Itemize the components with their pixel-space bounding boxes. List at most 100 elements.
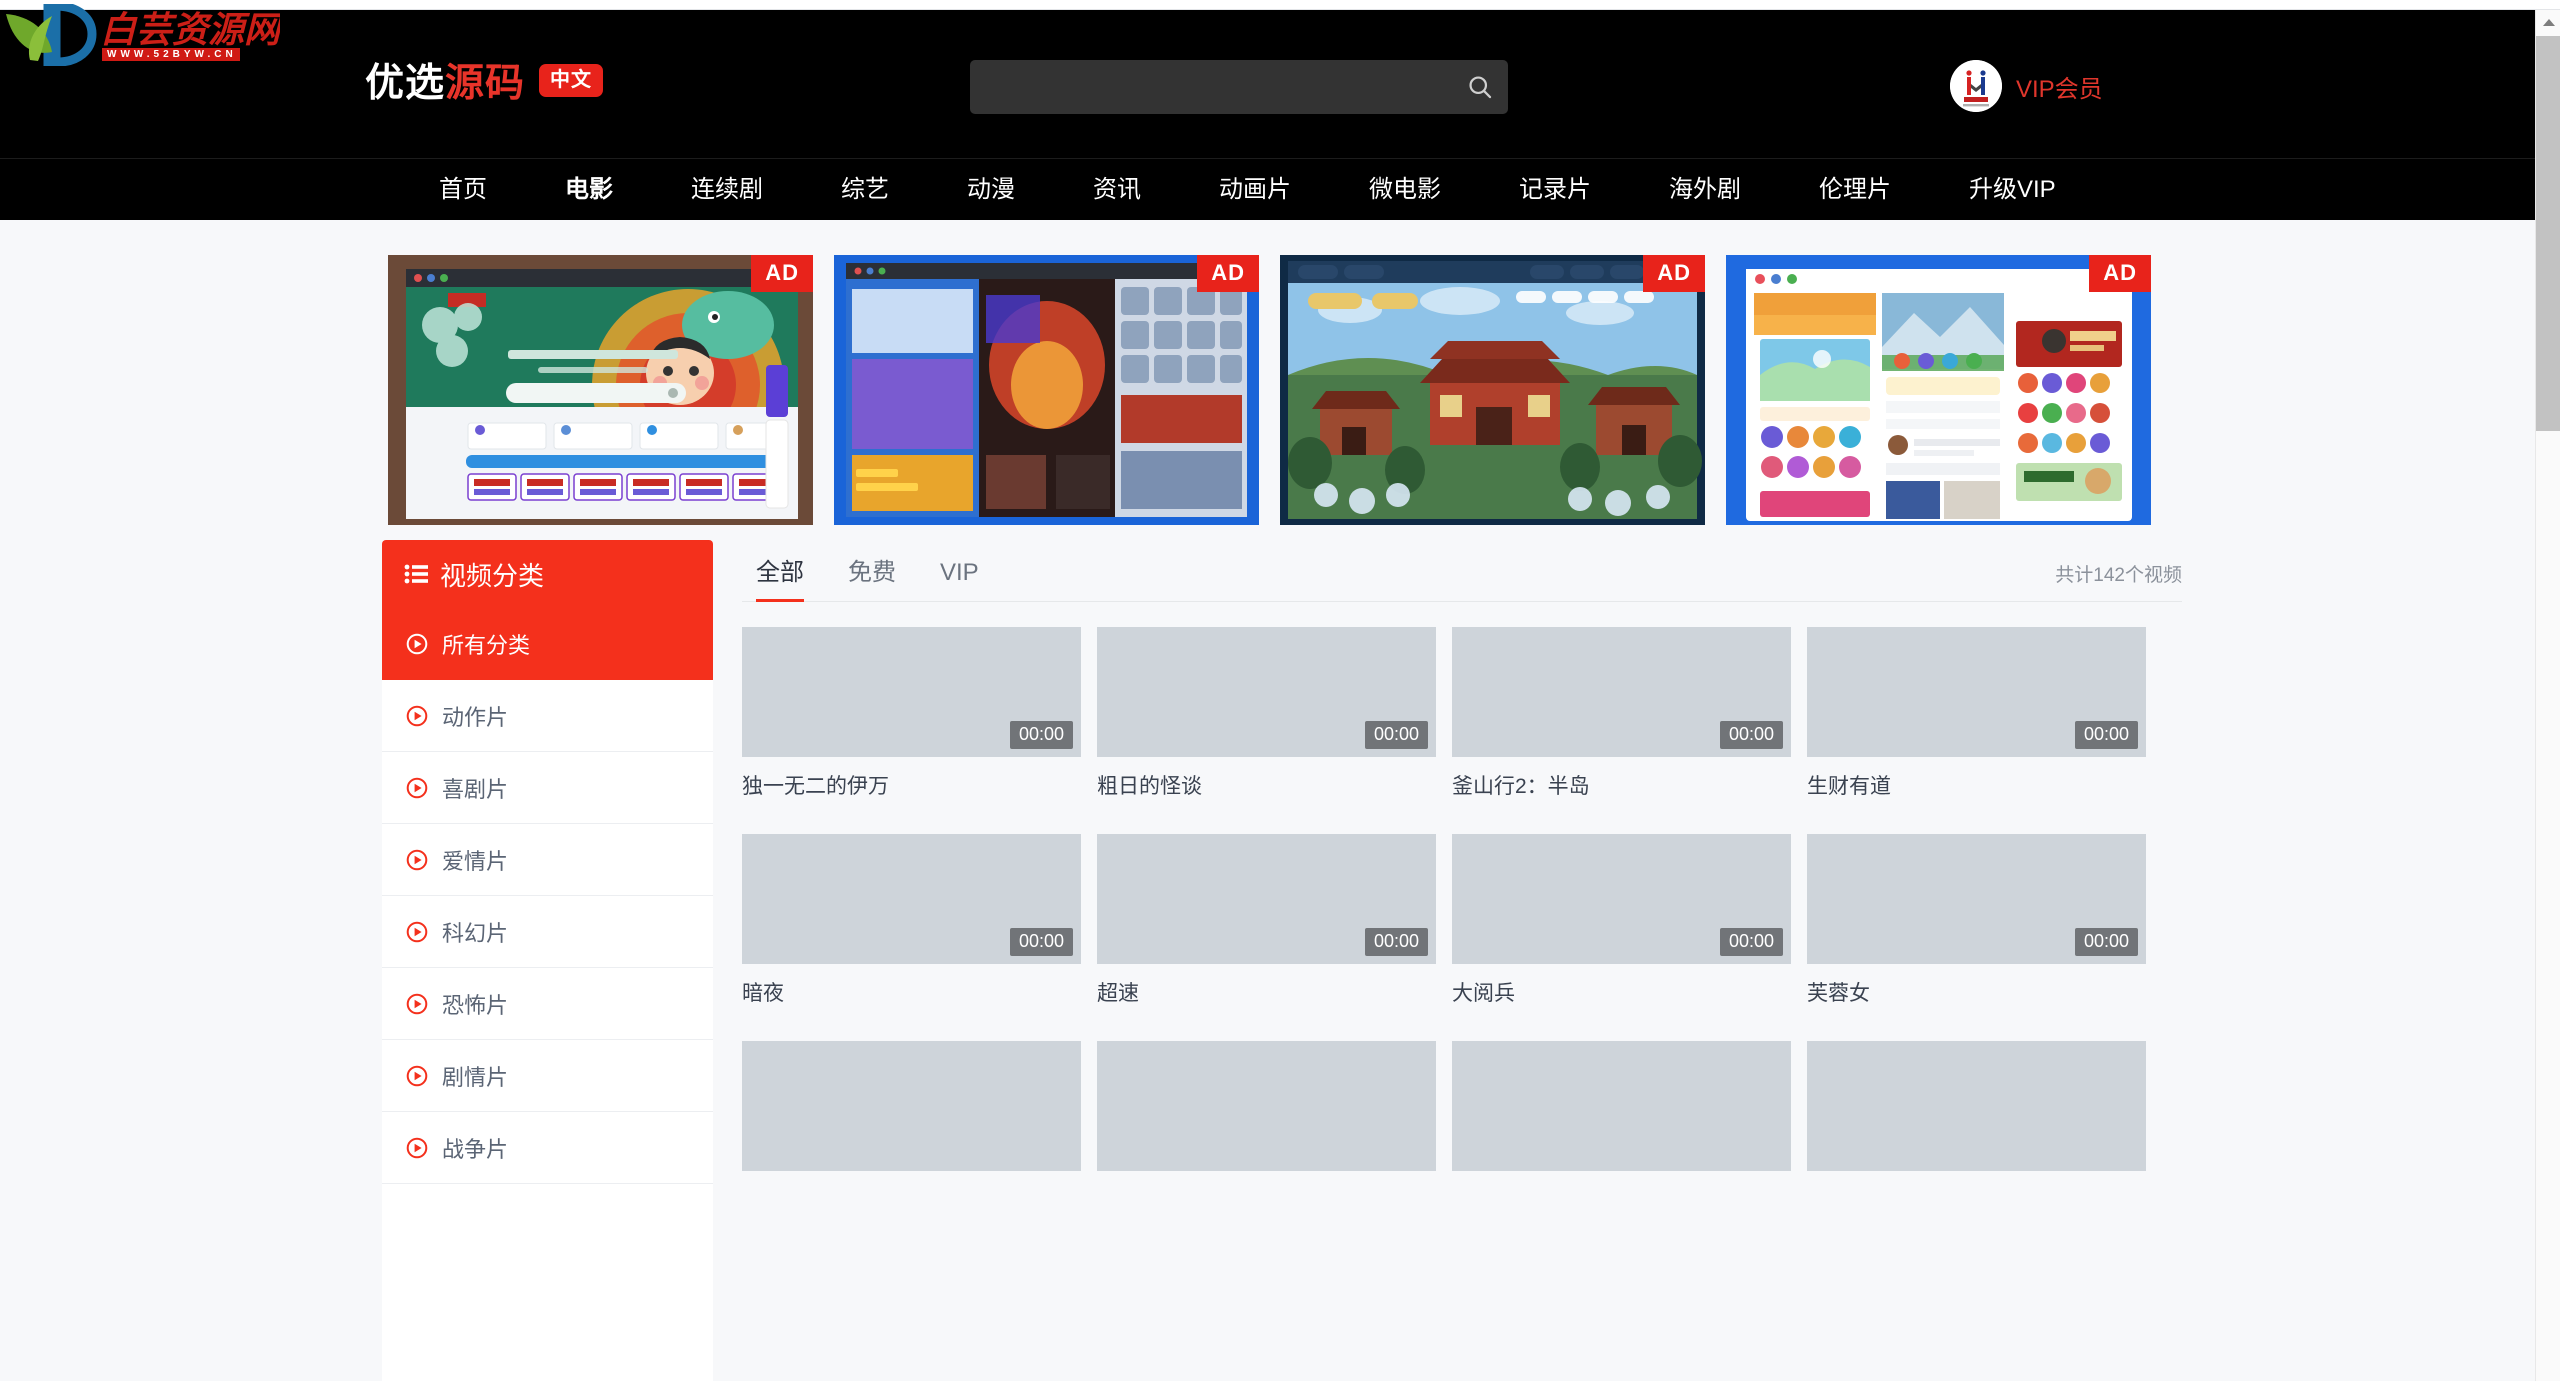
play-circle-icon	[406, 921, 428, 942]
ad-banner-row: AD AD AD AD	[388, 255, 2151, 525]
play-circle-icon	[406, 777, 428, 798]
ad-badge: AD	[751, 255, 813, 292]
page-body: 视频分类 所有分类动作片喜剧片爱情片科幻片恐怖片剧情片战争片 全部 免费 VIP 共…	[0, 540, 2560, 1381]
video-thumbnail: 00:00	[742, 627, 1081, 757]
video-thumbnail: 00:00	[1452, 834, 1791, 964]
nav-item-4[interactable]: 动漫	[928, 159, 1054, 221]
video-title: 芙蓉女	[1807, 982, 1870, 1005]
video-title: 超速	[1097, 982, 1139, 1005]
chevron-up-icon	[2542, 19, 2555, 26]
sidebar-item-1[interactable]: 动作片	[382, 680, 713, 752]
ad-badge: AD	[1197, 255, 1259, 292]
video-title: 生财有道	[1807, 775, 1891, 798]
ad-banner-2-image	[834, 255, 1259, 525]
user-avatar-icon	[1950, 60, 2002, 112]
video-card[interactable]	[1452, 1041, 1791, 1184]
nav-item-10[interactable]: 伦理片	[1780, 159, 1930, 221]
video-grid: 00:00 独一无二的伊万 00:00 粗日的怪谈 00:00 釜山行2：半岛 00:00 生…	[742, 627, 2182, 1184]
ad-badge: AD	[1643, 255, 1705, 292]
video-thumbnail	[742, 1041, 1081, 1171]
video-title: 大阅兵	[1452, 982, 1515, 1005]
sidebar-item-3[interactable]: 爱情片	[382, 824, 713, 896]
nav-item-2[interactable]: 连续剧	[652, 159, 802, 221]
play-circle-icon	[406, 1065, 428, 1086]
search-input[interactable]	[970, 60, 1440, 114]
sidebar-item-2[interactable]: 喜剧片	[382, 752, 713, 824]
sidebar-item-label: 战争片	[442, 1136, 509, 1162]
search-button[interactable]	[1458, 68, 1502, 106]
browser-top-strip	[0, 0, 2560, 10]
play-circle-icon	[406, 705, 428, 726]
video-card[interactable]: 00:00 超速	[1097, 834, 1436, 1007]
brand-language-tag[interactable]: 中文	[539, 63, 604, 97]
sidebar-item-label: 科幻片	[442, 920, 509, 946]
ad-banner-2[interactable]: AD	[834, 255, 1259, 525]
video-title: 釜山行2：半岛	[1452, 775, 1590, 798]
ad-banner-3[interactable]: AD	[1280, 255, 1705, 525]
search-box[interactable]	[970, 60, 1508, 114]
nav-item-7[interactable]: 微电影	[1330, 159, 1480, 221]
video-thumbnail: 00:00	[1807, 834, 2146, 964]
nav-item-6[interactable]: 动画片	[1180, 159, 1330, 221]
nav-item-11[interactable]: 升级VIP	[1930, 159, 2095, 221]
nav-item-8[interactable]: 记录片	[1480, 159, 1630, 221]
sidebar-items-container: 所有分类动作片喜剧片爱情片科幻片恐怖片剧情片战争片	[382, 608, 713, 1184]
nav-item-3[interactable]: 综艺	[802, 159, 928, 221]
nav-item-9[interactable]: 海外剧	[1630, 159, 1780, 221]
tab-2[interactable]: VIP	[918, 559, 1001, 601]
sidebar-item-7[interactable]: 战争片	[382, 1112, 713, 1184]
sidebar-item-6[interactable]: 剧情片	[382, 1040, 713, 1112]
sidebar-item-4[interactable]: 科幻片	[382, 896, 713, 968]
nav-item-0[interactable]: 首页	[400, 159, 526, 221]
avatar	[1950, 60, 2002, 112]
nav-item-1[interactable]: 电影	[526, 159, 652, 221]
scrollbar-track[interactable]	[2536, 431, 2560, 1381]
sidebar-item-label: 剧情片	[442, 1064, 509, 1090]
video-thumbnail	[1807, 1041, 2146, 1171]
video-thumbnail: 00:00	[1452, 627, 1791, 757]
video-count-label: 共计142个视频	[2055, 565, 2182, 586]
sidebar-item-5[interactable]: 恐怖片	[382, 968, 713, 1040]
play-circle-icon	[406, 633, 428, 655]
video-card[interactable]: 00:00 粗日的怪谈	[1097, 627, 1436, 800]
app-viewport: 优选 源码 中文 VIP会员 首页 电影 连续剧 综艺 动漫 资讯 动画片 微电…	[0, 0, 2560, 1381]
video-duration-badge: 00:00	[1364, 928, 1428, 956]
search-icon	[1469, 76, 1492, 99]
video-card[interactable]: 00:00 大阅兵	[1452, 834, 1791, 1007]
category-sidebar: 视频分类 所有分类动作片喜剧片爱情片科幻片恐怖片剧情片战争片	[382, 540, 713, 1381]
video-duration-badge: 00:00	[1364, 721, 1428, 749]
video-card[interactable]	[1807, 1041, 2146, 1184]
video-card[interactable]: 00:00 生财有道	[1807, 627, 2146, 800]
video-duration-badge: 00:00	[1719, 928, 1783, 956]
sidebar-item-0[interactable]: 所有分类	[382, 608, 713, 680]
vertical-scrollbar[interactable]	[2535, 10, 2560, 1381]
video-card[interactable]: 00:00 芙蓉女	[1807, 834, 2146, 1007]
video-card[interactable]	[742, 1041, 1081, 1184]
scrollbar-thumb[interactable]	[2536, 36, 2560, 431]
site-brand[interactable]: 优选 源码 中文	[365, 52, 604, 108]
sidebar-item-label: 动作片	[442, 704, 509, 730]
sidebar-header: 视频分类	[382, 540, 713, 608]
sidebar-item-label: 爱情片	[442, 848, 509, 874]
list-icon	[404, 564, 428, 584]
video-card[interactable]: 00:00 暗夜	[742, 834, 1081, 1007]
play-circle-icon	[406, 1137, 428, 1158]
video-card[interactable]: 00:00 釜山行2：半岛	[1452, 627, 1791, 800]
ad-banner-1-image	[388, 255, 813, 525]
video-duration-badge: 00:00	[2074, 928, 2138, 956]
video-card[interactable]: 00:00 独一无二的伊万	[742, 627, 1081, 800]
site-header: 优选 源码 中文 VIP会员	[0, 10, 2560, 158]
video-card[interactable]	[1097, 1041, 1436, 1184]
scrollbar-up-button[interactable]	[2536, 10, 2560, 35]
video-duration-badge: 00:00	[1009, 721, 1073, 749]
ad-banner-4-image	[1726, 255, 2151, 525]
nav-item-5[interactable]: 资讯	[1054, 159, 1180, 221]
brand-text-primary: 优选	[365, 62, 446, 105]
tab-0[interactable]: 全部	[742, 552, 826, 602]
video-title: 暗夜	[742, 982, 784, 1005]
tab-1[interactable]: 免费	[826, 552, 918, 601]
video-duration-badge: 00:00	[1009, 928, 1073, 956]
ad-banner-4[interactable]: AD	[1726, 255, 2151, 525]
ad-banner-1[interactable]: AD	[388, 255, 813, 525]
vip-member-link[interactable]: VIP会员	[1950, 60, 2103, 112]
